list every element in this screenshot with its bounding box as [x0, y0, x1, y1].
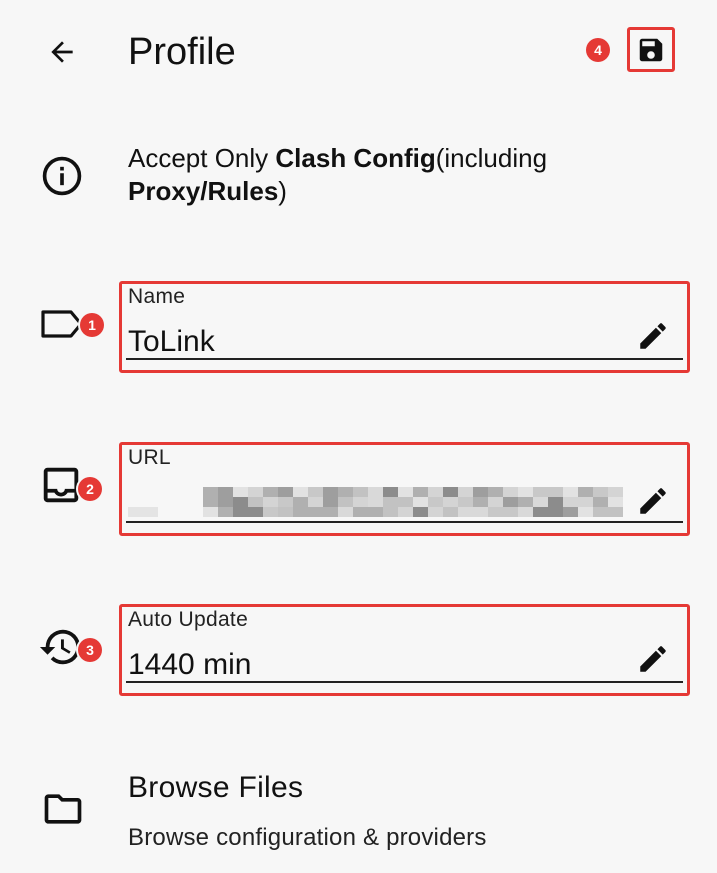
url-field-value-redacted[interactable]	[128, 487, 626, 517]
back-button[interactable]	[36, 30, 88, 74]
step-badge-1: 1	[80, 313, 104, 337]
folder-icon	[36, 786, 90, 832]
edit-auto-update-button[interactable]	[635, 641, 671, 677]
pencil-icon	[640, 323, 666, 349]
save-button[interactable]	[627, 27, 675, 72]
page-title: Profile	[128, 31, 236, 73]
name-field-underline	[126, 358, 683, 360]
auto-update-field-value[interactable]: 1440 min	[128, 647, 251, 683]
step-badge-4: 4	[586, 38, 610, 62]
url-field-label: URL	[128, 446, 171, 469]
floppy-disk-save-icon	[639, 38, 663, 61]
arrow-back-icon	[51, 41, 73, 63]
url-field-underline	[126, 521, 683, 523]
auto-update-field[interactable]: Auto Update 1440 min	[119, 604, 690, 696]
edit-name-button[interactable]	[635, 318, 671, 354]
name-field-value[interactable]: ToLink	[128, 324, 215, 360]
auto-update-field-label: Auto Update	[128, 608, 249, 631]
name-field[interactable]: Name ToLink	[119, 281, 690, 373]
info-text: Accept Only Clash Config(including Proxy…	[128, 143, 548, 206]
edit-url-button[interactable]	[635, 483, 671, 519]
step-badge-3: 3	[78, 638, 102, 662]
info-circle-icon	[40, 154, 84, 198]
browse-files-subtitle: Browse configuration & providers	[128, 824, 487, 851]
browse-files-title[interactable]: Browse Files	[128, 768, 303, 808]
pencil-icon	[640, 488, 666, 514]
pencil-icon	[640, 646, 666, 672]
url-field[interactable]: URL	[119, 442, 690, 536]
auto-update-field-underline	[126, 681, 683, 683]
name-field-label: Name	[128, 285, 186, 308]
step-badge-2: 2	[78, 477, 102, 501]
